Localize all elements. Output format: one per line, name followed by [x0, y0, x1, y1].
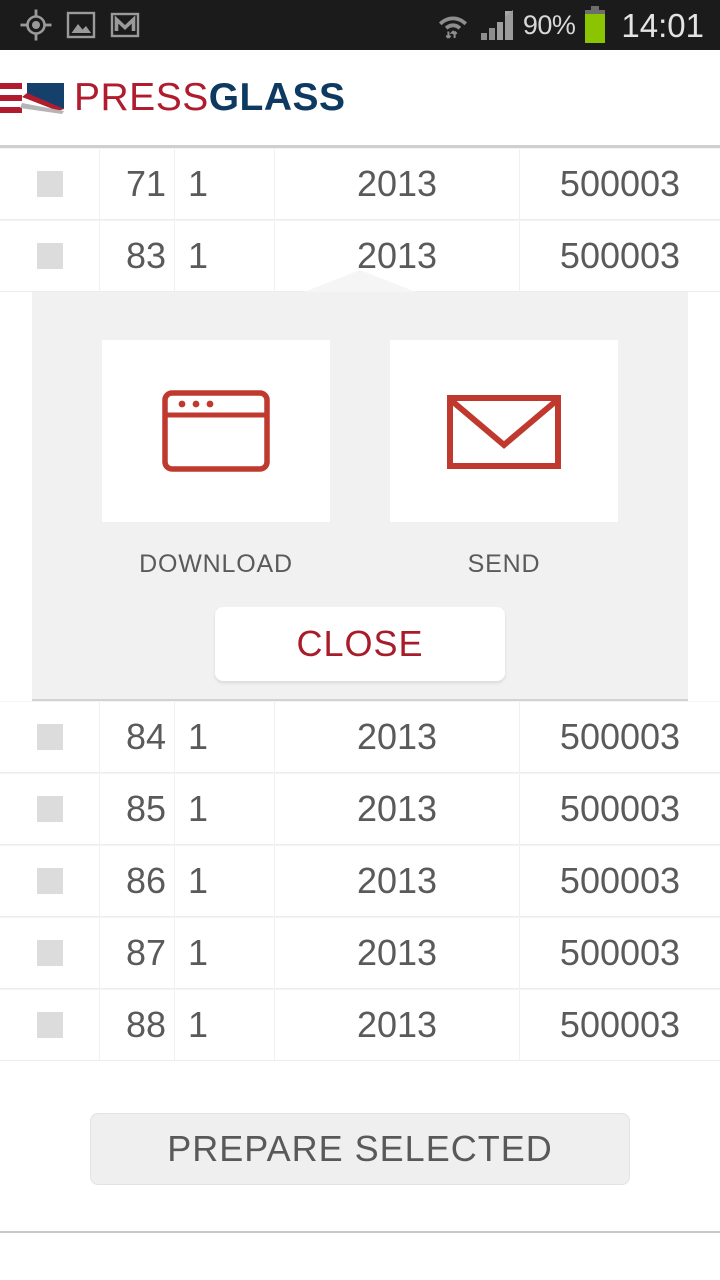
brand-wordmark: PRESSGLASS — [74, 78, 346, 117]
status-bar-clock: 14:01 — [621, 6, 704, 44]
row-number-cell: 86 — [100, 844, 175, 917]
send-action-tile[interactable] — [390, 340, 618, 522]
row-checkbox-cell[interactable] — [0, 844, 100, 917]
row-quantity-cell: 1 — [175, 700, 275, 773]
table-row[interactable]: 87 1 2013 500003 — [0, 916, 720, 989]
battery-icon — [585, 6, 606, 43]
gps-location-icon — [20, 9, 52, 41]
row-checkbox-cell[interactable] — [0, 772, 100, 845]
row-quantity-cell: 1 — [175, 219, 275, 292]
download-action-tile[interactable] — [102, 340, 330, 522]
prepare-selected-button[interactable]: PREPARE SELECTED — [90, 1113, 630, 1185]
send-action[interactable]: SEND — [389, 340, 619, 579]
row-quantity-cell: 1 — [175, 772, 275, 845]
row-code-cell: 500003 — [559, 931, 681, 973]
footer-divider — [0, 1231, 720, 1233]
close-button[interactable]: CLOSE — [215, 607, 505, 681]
pressglass-logo-mark-icon — [0, 75, 66, 121]
row-year-cell: 2013 — [275, 916, 520, 989]
wifi-data-transfer-icon — [438, 16, 467, 39]
row-checkbox-cell[interactable] — [0, 916, 100, 989]
row-checkbox-cell[interactable] — [0, 219, 100, 292]
battery-percent-label: 90% — [522, 9, 576, 40]
row-checkbox[interactable] — [36, 242, 63, 269]
table-row[interactable]: 84 1 2013 500003 — [0, 700, 720, 773]
row-year-cell: 2013 — [275, 988, 520, 1061]
row-code-cell: 500003 — [559, 715, 681, 757]
envelope-icon — [447, 395, 561, 469]
app-header: PRESSGLASS — [0, 50, 720, 148]
row-number-cell: 84 — [100, 700, 175, 773]
table-row[interactable]: 88 1 2013 500003 — [0, 988, 720, 1061]
cellular-signal-icon — [480, 10, 513, 40]
row-code-cell: 500003 — [559, 162, 681, 204]
send-action-label: SEND — [467, 550, 541, 578]
browser-window-icon — [162, 390, 270, 472]
orders-table: 71 1 2013 500003 83 1 2013 500003 DOWNLOAD — [0, 147, 720, 1061]
brand-logo[interactable]: PRESSGLASS — [0, 75, 346, 121]
table-row[interactable]: 71 1 2013 500003 — [0, 147, 720, 220]
row-checkbox-cell[interactable] — [0, 988, 100, 1061]
row-code-cell: 500003 — [559, 787, 681, 829]
row-number-cell: 71 — [100, 147, 175, 220]
row-quantity-cell: 1 — [175, 147, 275, 220]
footer-area: PREPARE SELECTED — [0, 1061, 720, 1233]
row-code-cell: 500003 — [559, 859, 681, 901]
status-bar-left-icons — [20, 9, 140, 41]
popup-action-list: DOWNLOAD SEND — [32, 314, 688, 579]
row-checkbox[interactable] — [36, 170, 63, 197]
row-checkbox[interactable] — [36, 795, 63, 822]
row-checkbox[interactable] — [36, 723, 63, 750]
row-checkbox-cell[interactable] — [0, 147, 100, 220]
row-year-cell: 2013 — [275, 844, 520, 917]
row-quantity-cell: 1 — [175, 844, 275, 917]
table-row[interactable]: 85 1 2013 500003 — [0, 772, 720, 845]
row-year-cell: 2013 — [275, 147, 520, 220]
row-quantity-cell: 1 — [175, 988, 275, 1061]
row-number-cell: 88 — [100, 988, 175, 1061]
status-bar: 90% 14:01 — [0, 0, 720, 50]
row-checkbox[interactable] — [36, 939, 63, 966]
table-rows-below-popup: 84 1 2013 500003 85 1 2013 500003 86 1 2013 500003 8… — [0, 700, 720, 1061]
gallery-image-icon — [66, 11, 96, 39]
row-checkbox[interactable] — [36, 867, 63, 894]
row-checkbox-cell[interactable] — [0, 700, 100, 773]
brand-glass-text: GLASS — [208, 76, 346, 119]
row-year-cell: 2013 — [275, 700, 520, 773]
row-number-cell: 83 — [100, 219, 175, 292]
row-quantity-cell: 1 — [175, 916, 275, 989]
table-row[interactable]: 86 1 2013 500003 — [0, 844, 720, 917]
status-bar-right-indicators: 90% 14:01 — [435, 6, 704, 44]
row-number-cell: 87 — [100, 916, 175, 989]
row-year-cell: 2013 — [275, 772, 520, 845]
gmail-icon — [110, 12, 140, 38]
row-code-cell: 500003 — [559, 234, 681, 276]
download-action[interactable]: DOWNLOAD — [101, 340, 331, 579]
download-action-label: DOWNLOAD — [139, 550, 293, 578]
row-number-cell: 85 — [100, 772, 175, 845]
brand-press-text: PRESS — [74, 76, 209, 119]
row-checkbox[interactable] — [36, 1011, 63, 1038]
row-code-cell: 500003 — [559, 1003, 681, 1045]
row-action-popup: DOWNLOAD SEND CLOSE — [32, 270, 688, 701]
popup-arrow-indicator — [304, 270, 416, 292]
